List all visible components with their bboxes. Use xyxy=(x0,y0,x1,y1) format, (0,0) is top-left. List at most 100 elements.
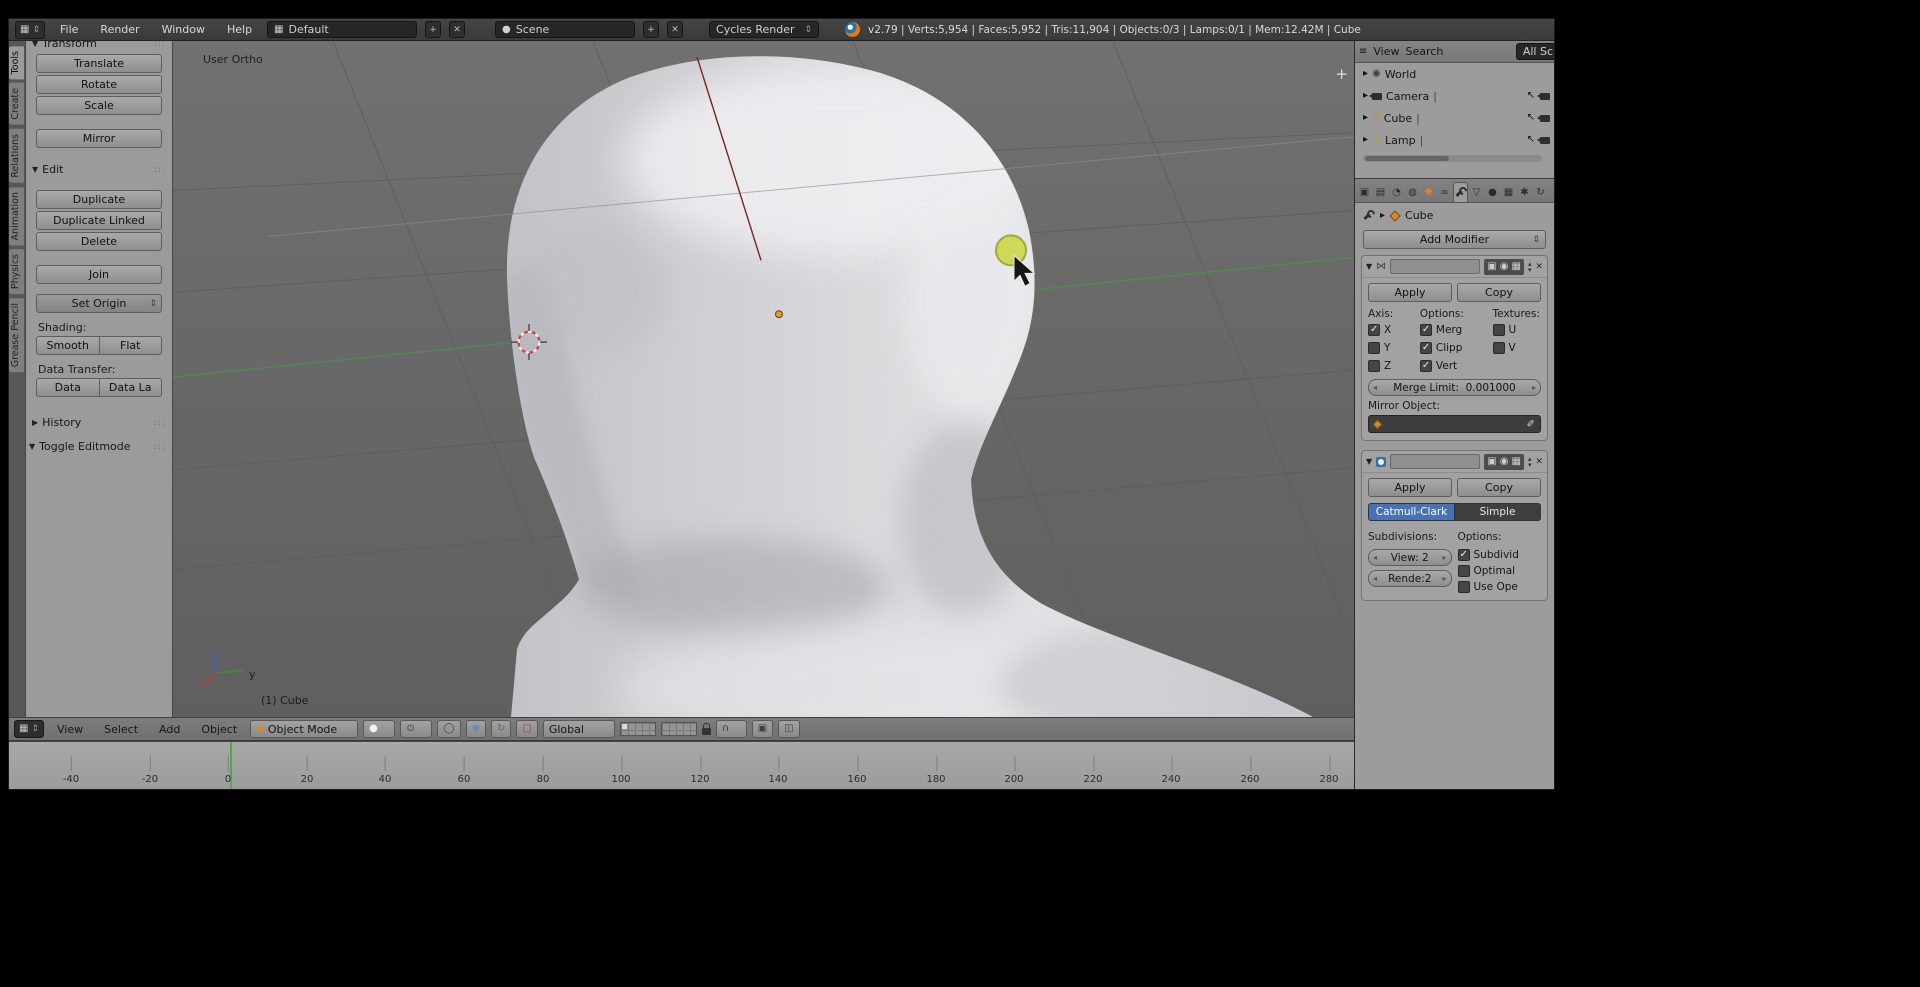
checkbox[interactable] xyxy=(1492,324,1505,336)
checkbox[interactable] xyxy=(1457,565,1470,577)
vertex-groups-checkbox[interactable]: Vert xyxy=(1419,360,1493,372)
transform-orientation-dropdown[interactable]: Global ⇕ xyxy=(542,720,615,738)
collapse-triangle-icon[interactable]: ▼ xyxy=(1366,262,1372,271)
merge-checkbox[interactable]: Merg xyxy=(1419,324,1493,336)
tab-particles[interactable]: ✱ xyxy=(1517,182,1532,202)
screen-layout-selector[interactable]: ▦ Default xyxy=(267,21,418,38)
menu-render[interactable]: Render xyxy=(93,23,146,36)
texture-u-checkbox[interactable]: U xyxy=(1492,324,1541,336)
restrict-render-icon[interactable] xyxy=(1537,114,1550,122)
delete-scene-button[interactable]: ✕ xyxy=(667,21,684,38)
modifier-name-field[interactable] xyxy=(1390,259,1481,274)
tab-physics[interactable]: Physics xyxy=(9,248,25,296)
subsurf-apply-button[interactable]: Apply xyxy=(1368,478,1452,497)
tab-animation[interactable]: Animation xyxy=(9,185,25,247)
duplicate-linked-button[interactable]: Duplicate Linked xyxy=(36,211,162,230)
panel-header-transform[interactable]: ▼ Transform ::: xyxy=(26,41,172,52)
menu-window[interactable]: Window xyxy=(155,23,212,36)
opengl-render-anim-button[interactable]: ◫ xyxy=(778,720,800,738)
object-origin-dot[interactable] xyxy=(775,310,783,319)
delete-modifier-button[interactable]: ✕ xyxy=(1535,262,1543,272)
panel-header-toggle-editmode[interactable]: ▼ Toggle Editmode ::: xyxy=(26,437,172,455)
checkbox[interactable] xyxy=(1368,360,1380,372)
tab-render-layers[interactable]: ▤ xyxy=(1373,182,1388,202)
checkbox[interactable] xyxy=(1368,342,1380,354)
scale-button[interactable]: Scale xyxy=(36,96,162,115)
subdivide-uvs-checkbox[interactable]: Subdivid xyxy=(1457,549,1542,561)
outliner-item-lamp[interactable]: ▸ ☀ Lamp | ↖ xyxy=(1355,129,1554,151)
move-modifier-down-button[interactable]: ▾ xyxy=(1528,461,1532,468)
panel-header-history[interactable]: ▶ History ::: xyxy=(26,413,172,431)
axis-y-checkbox[interactable]: Y xyxy=(1368,342,1420,354)
expand-triangle-icon[interactable]: ▸ xyxy=(1363,69,1368,79)
duplicate-button[interactable]: Duplicate xyxy=(36,190,162,209)
outliner-editor-icon[interactable]: ≡ xyxy=(1359,46,1367,57)
panel-grip-icon[interactable]: ::: xyxy=(154,442,166,452)
manipulator-scale-button[interactable]: ▢ xyxy=(516,720,538,738)
outliner-scrollbar[interactable] xyxy=(1363,155,1542,162)
clipping-checkbox[interactable]: Clipp xyxy=(1419,342,1493,354)
delete-screen-layout-button[interactable]: ✕ xyxy=(449,21,466,38)
catmull-clark-button[interactable]: Catmull-Clark xyxy=(1368,503,1455,521)
panel-grip-icon[interactable]: ::: xyxy=(154,41,166,49)
data-layout-transfer-button[interactable]: Data La xyxy=(99,378,162,397)
translate-button[interactable]: Translate xyxy=(36,54,162,73)
checkbox[interactable] xyxy=(1419,360,1432,372)
checkbox[interactable] xyxy=(1457,549,1470,561)
tab-render[interactable]: ▣ xyxy=(1357,182,1372,202)
timeline-editor[interactable]: -40 -20 0 20 40 60 80 100 120 140 160 18… xyxy=(9,741,1354,789)
menu-help[interactable]: Help xyxy=(220,23,259,36)
breadcrumb-object-name[interactable]: Cube xyxy=(1405,209,1433,222)
shade-flat-button[interactable]: Flat xyxy=(99,336,162,355)
layers-grid-right[interactable] xyxy=(660,722,697,736)
outliner-item-cube[interactable]: ▸ ▽ Cube | ↖ xyxy=(1355,107,1554,129)
panel-header-edit[interactable]: ▼ Edit ::: xyxy=(26,160,172,178)
render-toggle-icon[interactable]: ▣ xyxy=(1487,456,1496,467)
modifier-name-field[interactable] xyxy=(1390,454,1481,469)
menu-view[interactable]: View xyxy=(49,723,91,736)
tab-modifiers[interactable] xyxy=(1453,182,1468,202)
manipulator-translate-button[interactable]: ⊕ xyxy=(465,720,486,738)
panel-grip-icon[interactable]: ::: xyxy=(154,165,166,175)
outliner-item-world[interactable]: ▸ ◉ World xyxy=(1355,63,1554,85)
outliner-display-mode-dropdown[interactable]: All Sc xyxy=(1515,43,1554,60)
proportional-edit-button[interactable]: ◯ xyxy=(437,720,461,738)
join-button[interactable]: Join xyxy=(36,265,162,284)
scrollbar-thumb[interactable] xyxy=(1365,156,1449,161)
use-opensubdiv-checkbox[interactable]: Use Ope xyxy=(1457,581,1542,593)
menu-object[interactable]: Object xyxy=(193,723,245,736)
scene-selector[interactable]: ● Scene xyxy=(495,21,636,38)
mirror-modifier-header[interactable]: ▼ ⋈ ▣ ◉ ▦ ▴ ▾ ✕ xyxy=(1362,256,1547,278)
checkbox[interactable] xyxy=(1492,342,1505,354)
tab-scene[interactable]: ◔ xyxy=(1389,182,1404,202)
restrict-render-icon[interactable] xyxy=(1537,92,1550,100)
add-scene-button[interactable]: + xyxy=(643,21,660,38)
delete-button[interactable]: Delete xyxy=(36,232,162,251)
shade-smooth-button[interactable]: Smooth xyxy=(36,336,100,355)
outliner-item-camera[interactable]: ▸ Camera | ↖ xyxy=(1355,85,1554,107)
expand-triangle-icon[interactable]: ▸ xyxy=(1363,91,1368,101)
editmode-toggle-icon[interactable]: ▦ xyxy=(1511,261,1520,272)
subsurf-copy-button[interactable]: Copy xyxy=(1457,478,1541,497)
region-expand-button[interactable]: + xyxy=(1335,67,1348,82)
lock-icon[interactable] xyxy=(701,723,711,735)
restrict-select-icon[interactable]: ↖ xyxy=(1527,135,1535,145)
tab-texture[interactable]: ▦ xyxy=(1501,182,1516,202)
checkbox[interactable] xyxy=(1368,324,1380,336)
opengl-render-still-button[interactable]: ▣ xyxy=(751,720,774,738)
view-subdivisions-field[interactable]: ◂ View: 2 ▸ xyxy=(1368,549,1452,566)
restrict-render-icon[interactable] xyxy=(1537,136,1550,144)
tab-material[interactable]: ● xyxy=(1485,182,1500,202)
merge-limit-field[interactable]: ◂ Merge Limit: 0.001000 ▸ xyxy=(1368,379,1541,396)
optimal-display-checkbox[interactable]: Optimal xyxy=(1457,565,1542,577)
outliner-menu-search[interactable]: Search xyxy=(1406,45,1444,58)
layers-grid-left[interactable] xyxy=(619,722,656,736)
texture-v-checkbox[interactable]: V xyxy=(1492,342,1541,354)
eyedropper-icon[interactable]: ✐ xyxy=(1527,419,1535,430)
viewport-shading-dropdown[interactable]: ● ⇕ xyxy=(363,720,396,738)
tab-object[interactable]: ◆ xyxy=(1421,182,1436,202)
mirror-copy-button[interactable]: Copy xyxy=(1457,283,1541,302)
checkbox[interactable] xyxy=(1419,324,1432,336)
mirror-apply-button[interactable]: Apply xyxy=(1368,283,1452,302)
increment-arrow-icon[interactable]: ▸ xyxy=(1442,574,1446,583)
